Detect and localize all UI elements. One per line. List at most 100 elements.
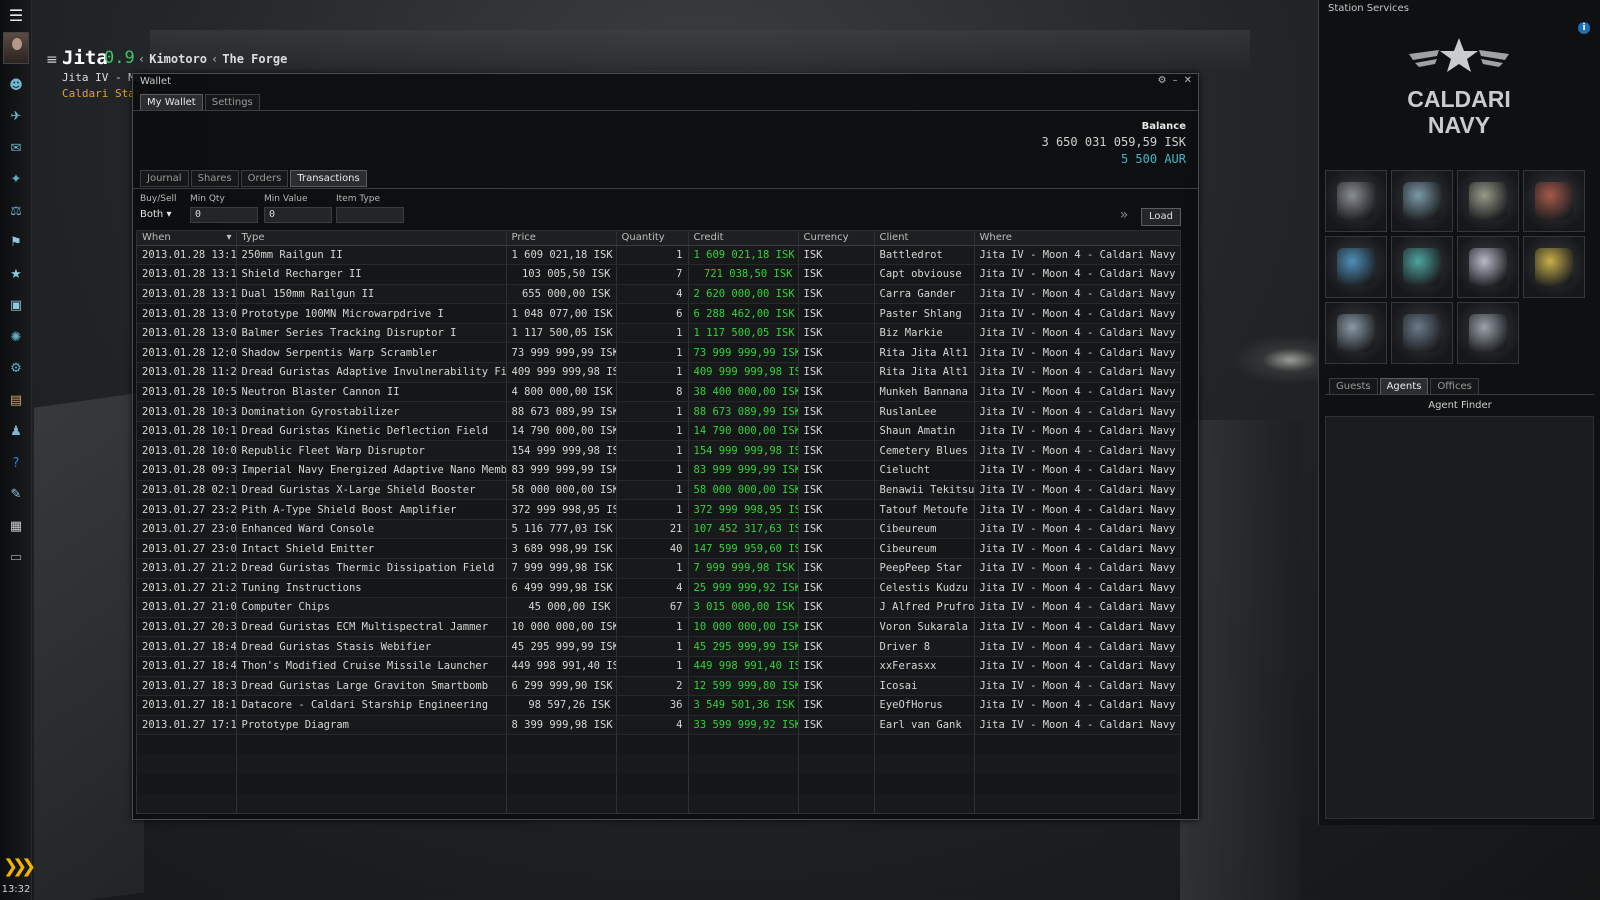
table-row[interactable]: 2013.01.28 10:50 Neutron Blaster Cannon I… <box>137 382 1180 403</box>
table-row[interactable]: 2013.01.28 12:04 Shadow Serpentis Warp Sc… <box>137 342 1180 364</box>
cell-client: RuslanLee <box>874 401 975 422</box>
table-row[interactable]: 2013.01.28 10:10 Dread Guristas Kinetic D… <box>137 421 1180 442</box>
tab-guests[interactable]: Guests <box>1329 378 1378 395</box>
table-row[interactable]: 2013.01.27 21:20 Tuning Instructions 6 499… <box>137 578 1180 599</box>
character-customization-service-button[interactable] <box>1391 302 1453 364</box>
minimize-icon[interactable]: – <box>1173 75 1178 86</box>
column-header-client[interactable]: Client <box>874 231 975 246</box>
tab-orders[interactable]: Orders <box>240 170 289 187</box>
min-qty-input[interactable]: 0 <box>190 207 258 223</box>
item-type-input[interactable] <box>336 207 404 223</box>
repair-shop-service-button[interactable] <box>1391 170 1453 232</box>
column-header-credit[interactable]: Credit <box>688 231 799 246</box>
table-row[interactable]: 2013.01.27 21:03 Computer Chips 45 000,00 … <box>137 597 1180 618</box>
star-icon[interactable]: ★ <box>5 263 27 285</box>
constellation-link[interactable]: Kimotoro <box>149 52 207 66</box>
solar-system-name[interactable]: Jita <box>62 47 108 69</box>
help-icon[interactable]: ? <box>5 452 27 474</box>
chat-icon[interactable]: ✦ <box>5 169 27 191</box>
journal-icon[interactable]: ▤ <box>5 389 27 411</box>
close-icon[interactable]: ✕ <box>1184 75 1192 86</box>
cell-quantity: 1 <box>616 617 689 638</box>
table-row[interactable]: 2013.01.28 10:01 Republic Fleet Warp Disr… <box>137 440 1180 462</box>
table-row[interactable]: 2013.01.28 13:17 250mm Railgun II 1 609 02… <box>137 245 1180 266</box>
people-icon[interactable]: ☻ <box>5 74 27 96</box>
tab-agents[interactable]: Agents <box>1379 378 1429 395</box>
security-office-service-button[interactable] <box>1457 302 1519 364</box>
character-icon[interactable]: ♟ <box>5 421 27 443</box>
table-row[interactable]: 2013.01.27 18:45 Thon's Modified Cruise M… <box>137 656 1180 677</box>
table-row[interactable]: 2013.01.28 02:18 Dread Guristas X-Large S… <box>137 480 1180 501</box>
breadcrumb-separator: ‹ <box>138 52 146 66</box>
fleet-icon[interactable]: ⚑ <box>5 232 27 254</box>
region-link[interactable]: The Forge <box>222 52 287 66</box>
cell-where: Jita IV - Moon 4 - Caldari Navy Assembly… <box>974 440 1180 462</box>
table-row[interactable]: 2013.01.28 10:36 Domination Gyrostabilize… <box>137 401 1180 422</box>
table-row[interactable]: 2013.01.27 18:14 Datacore - Caldari Stars… <box>137 695 1180 716</box>
cloning-service-button[interactable] <box>1325 302 1387 364</box>
ship-icon[interactable]: ✈ <box>5 106 27 128</box>
tab-settings[interactable]: Settings <box>204 94 260 111</box>
table-row[interactable]: 2013.01.27 17:14 Prototype Diagram 8 399 9… <box>137 715 1180 736</box>
expand-filters-icon[interactable]: » <box>1113 204 1135 226</box>
mail-icon[interactable]: ✉ <box>5 137 27 159</box>
insurance-service-button[interactable] <box>1457 170 1519 232</box>
table-row[interactable]: 2013.01.27 18:49 Dread Guristas Stasis We… <box>137 636 1180 657</box>
table-row[interactable]: 2013.01.28 11:26 Dread Guristas Adaptive … <box>137 362 1180 383</box>
cell-currency: ISK <box>798 715 875 736</box>
table-row[interactable]: 2013.01.27 21:29 Dread Guristas Thermic D… <box>137 558 1180 579</box>
expand-arrows-icon[interactable]: ❯❯❯ <box>3 856 36 877</box>
location-menu-icon[interactable]: ≡ <box>46 52 58 68</box>
column-header-quantity[interactable]: Quantity <box>616 231 689 246</box>
log-icon[interactable]: ▭ <box>5 547 27 569</box>
market-icon[interactable]: ⚖ <box>5 200 27 222</box>
notepad-icon[interactable]: ▦ <box>5 515 27 537</box>
table-row[interactable]: 2013.01.28 13:01 Balmer Series Tracking D… <box>137 323 1180 344</box>
cell-price: 409 999 999,98 ISK <box>506 362 617 383</box>
cell-type: Republic Fleet Warp Disruptor <box>236 440 507 462</box>
load-button[interactable]: Load <box>1141 208 1181 226</box>
table-row[interactable]: 2013.01.27 23:00 Intact Shield Emitter 3 6… <box>137 538 1180 559</box>
table-row[interactable]: 2013.01.27 18:32 Dread Guristas Large Gra… <box>137 676 1180 697</box>
cell-credit: 45 295 999,99 ISK <box>688 636 799 657</box>
table-row[interactable]: 2013.01.28 13:02 Prototype 100MN Microwar… <box>137 303 1180 324</box>
station-name[interactable]: Jita IV - Mo <box>62 71 141 84</box>
column-header-when[interactable]: When ▾ <box>137 231 237 246</box>
corporation-logo[interactable]: CALDARI NAVY <box>1399 36 1519 146</box>
column-header-where[interactable]: Where <box>974 231 1180 246</box>
medical-service-button[interactable] <box>1523 170 1585 232</box>
industry-icon[interactable]: ⚙ <box>5 358 27 380</box>
info-icon[interactable]: i <box>1578 22 1590 34</box>
tab-shares[interactable]: Shares <box>190 170 239 187</box>
cargo-icon[interactable]: ▣ <box>5 295 27 317</box>
services-tabs: Guests Agents Offices <box>1329 378 1479 395</box>
min-value-input[interactable]: 0 <box>264 207 332 223</box>
table-row[interactable]: 2013.01.28 09:33 Imperial Navy Energized … <box>137 460 1180 481</box>
map-icon[interactable]: ✺ <box>5 326 27 348</box>
tab-my-wallet[interactable]: My Wallet <box>140 94 203 111</box>
column-header-price[interactable]: Price <box>506 231 617 246</box>
table-row[interactable]: 2013.01.27 23:29 Pith A-Type Shield Boost… <box>137 499 1180 520</box>
settings-icon[interactable]: ⚙ <box>1158 75 1167 86</box>
agents-service-button[interactable] <box>1325 170 1387 232</box>
column-header-type[interactable]: Type <box>236 231 507 246</box>
agent-finder-link[interactable]: Agent Finder <box>1319 400 1600 411</box>
table-row[interactable]: 2013.01.27 23:04 Enhanced Ward Console 5 1… <box>137 519 1180 540</box>
character-portrait[interactable] <box>3 32 29 64</box>
tab-journal[interactable]: Journal <box>140 170 189 187</box>
column-header-currency[interactable]: Currency <box>798 231 875 246</box>
market-service-button[interactable] <box>1457 236 1519 298</box>
panel-title: Station Services <box>1328 3 1409 14</box>
table-row[interactable]: 2013.01.28 13:17 Shield Recharger II 103 0… <box>137 264 1180 285</box>
menu-icon[interactable]: ☰ <box>6 8 26 24</box>
reprocessing-service-button[interactable] <box>1523 236 1585 298</box>
lp-store-service-button[interactable] <box>1325 236 1387 298</box>
fitting-icon[interactable]: ✎ <box>5 484 27 506</box>
table-row[interactable]: 2013.01.27 20:35 Dread Guristas ECM Multi… <box>137 617 1180 638</box>
table-row[interactable]: 2013.01.28 13:15 Dual 150mm Railgun II 655… <box>137 284 1180 305</box>
buy-sell-select[interactable]: Both ▾ <box>140 207 184 223</box>
fitting-service-button[interactable] <box>1391 236 1453 298</box>
wallet-tabs: My Wallet Settings <box>140 94 260 111</box>
tab-offices[interactable]: Offices <box>1430 378 1479 395</box>
tab-transactions[interactable]: Transactions <box>290 170 367 187</box>
